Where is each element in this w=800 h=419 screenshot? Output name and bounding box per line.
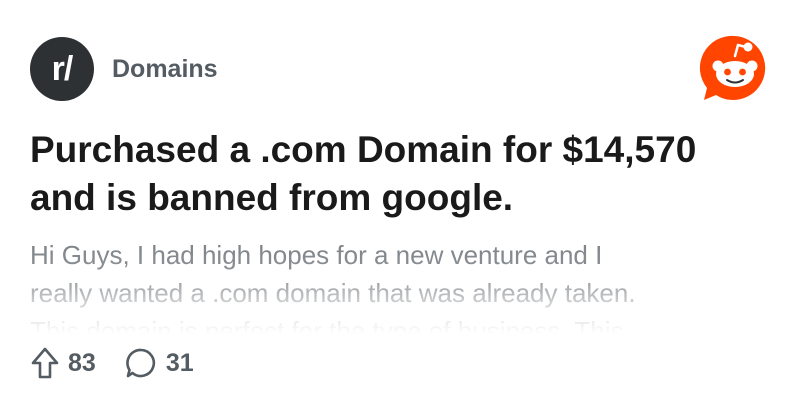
subreddit-avatar-text: r/ — [51, 49, 74, 88]
post-preview-line: Hi Guys, I had high hopes for a new vent… — [30, 240, 603, 270]
subreddit-name[interactable]: Domains — [112, 55, 218, 84]
post-preview-line: This domain is perfect for the type of b… — [30, 316, 624, 334]
post-preview-line: really wanted a .com domain that was alr… — [30, 278, 636, 308]
post-title[interactable]: Purchased a .com Domain for $14,570 and … — [30, 126, 770, 222]
post-actions: 83 31 — [30, 346, 222, 380]
upvote-button[interactable]: 83 — [30, 346, 96, 380]
comments-button[interactable]: 31 — [124, 346, 194, 380]
upvote-count: 83 — [68, 348, 96, 377]
post-header: r/ Domains — [30, 37, 218, 101]
post-preview: Hi Guys, I had high hopes for a new vent… — [30, 236, 770, 334]
subreddit-avatar[interactable]: r/ — [30, 37, 94, 101]
post-card[interactable]: r/ Domains Purchased a .com Domain for $… — [0, 0, 800, 419]
reddit-snoo-icon — [699, 35, 766, 100]
upvote-arrow-icon — [31, 347, 59, 379]
comment-bubble-icon — [126, 348, 155, 378]
comment-count: 31 — [165, 348, 194, 377]
